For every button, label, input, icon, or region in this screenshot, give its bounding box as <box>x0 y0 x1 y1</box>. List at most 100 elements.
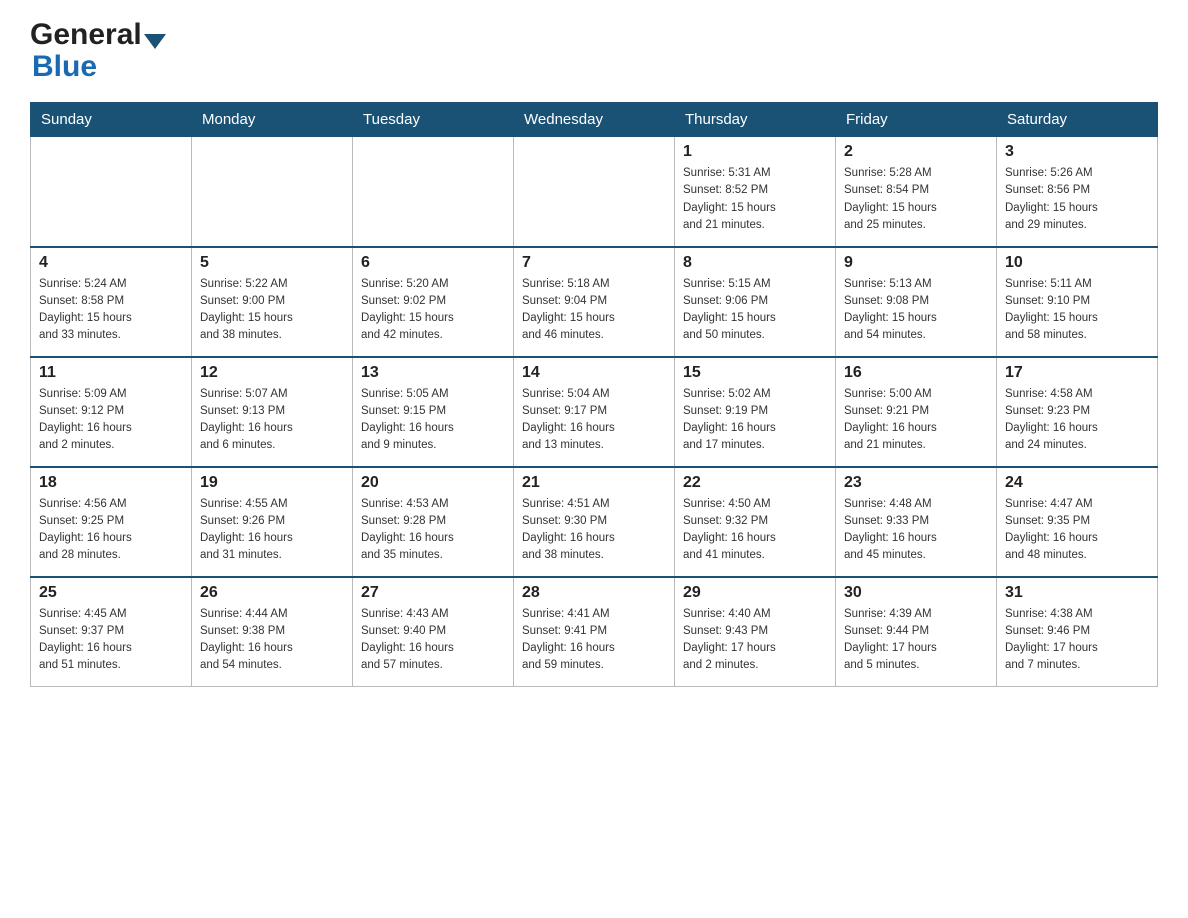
day-number: 3 <box>1005 143 1149 161</box>
calendar-cell: 25 Sunrise: 4:45 AM Sunset: 9:37 PM Dayli… <box>31 577 192 687</box>
calendar-cell: 4Sunrise: 5:24 AM Sunset: 8:58 PM Daylig… <box>31 247 192 357</box>
calendar-cell: 2 Sunrise: 5:28 AM Sunset: 8:54 PM Daylig… <box>836 137 997 247</box>
calendar-cell <box>192 137 353 247</box>
calendar-cell: 19 Sunrise: 4:55 AM Sunset: 9:26 PM Dayli… <box>192 467 353 577</box>
day-info: Sunrise: 4:58 AM Sunset: 9:23 PM Dayligh… <box>1005 386 1149 455</box>
day-number: 17 <box>1005 364 1149 382</box>
calendar-cell: 1Sunrise: 5:31 AM Sunset: 8:52 PM Daylig… <box>675 137 836 247</box>
calendar-week-row: 25 Sunrise: 4:45 AM Sunset: 9:37 PM Dayli… <box>31 577 1158 687</box>
calendar-cell: 27 Sunrise: 4:43 AM Sunset: 9:40 PM Dayli… <box>353 577 514 687</box>
calendar-cell: 18 Sunrise: 4:56 AM Sunset: 9:25 PM Dayli… <box>31 467 192 577</box>
column-header-tuesday: Tuesday <box>353 103 514 137</box>
day-info: Sunrise: 5:20 AM Sunset: 9:02 PM Dayligh… <box>361 276 505 345</box>
column-header-wednesday: Wednesday <box>514 103 675 137</box>
calendar-week-row: 1Sunrise: 5:31 AM Sunset: 8:52 PM Daylig… <box>31 137 1158 247</box>
day-info: Sunrise: 5:04 AM Sunset: 9:17 PM Dayligh… <box>522 386 666 455</box>
calendar-cell: 23 Sunrise: 4:48 AM Sunset: 9:33 PM Dayli… <box>836 467 997 577</box>
day-number: 26 <box>200 584 344 602</box>
calendar-cell: 5Sunrise: 5:22 AM Sunset: 9:00 PM Daylig… <box>192 247 353 357</box>
day-number: 19 <box>200 474 344 492</box>
logo: General Blue <box>30 20 168 84</box>
calendar-week-row: 18 Sunrise: 4:56 AM Sunset: 9:25 PM Dayli… <box>31 467 1158 577</box>
calendar-cell: 14Sunrise: 5:04 AM Sunset: 9:17 PM Dayli… <box>514 357 675 467</box>
calendar-cell: 30 Sunrise: 4:39 AM Sunset: 9:44 PM Dayli… <box>836 577 997 687</box>
day-number: 16 <box>844 364 988 382</box>
logo-blue: Blue <box>32 50 97 83</box>
day-number: 10 <box>1005 254 1149 272</box>
day-info: Sunrise: 4:51 AM Sunset: 9:30 PM Dayligh… <box>522 496 666 565</box>
calendar-cell: 15 Sunrise: 5:02 AM Sunset: 9:19 PM Dayli… <box>675 357 836 467</box>
day-info: Sunrise: 4:47 AM Sunset: 9:35 PM Dayligh… <box>1005 496 1149 565</box>
day-number: 2 <box>844 143 988 161</box>
day-number: 30 <box>844 584 988 602</box>
calendar-cell: 12Sunrise: 5:07 AM Sunset: 9:13 PM Dayli… <box>192 357 353 467</box>
day-info: Sunrise: 4:50 AM Sunset: 9:32 PM Dayligh… <box>683 496 827 565</box>
column-header-saturday: Saturday <box>997 103 1158 137</box>
calendar-cell <box>353 137 514 247</box>
day-info: Sunrise: 5:02 AM Sunset: 9:19 PM Dayligh… <box>683 386 827 455</box>
day-info: Sunrise: 5:18 AM Sunset: 9:04 PM Dayligh… <box>522 276 666 345</box>
day-number: 29 <box>683 584 827 602</box>
logo-triangle-icon <box>144 34 166 49</box>
day-info: Sunrise: 4:40 AM Sunset: 9:43 PM Dayligh… <box>683 606 827 675</box>
day-info: Sunrise: 4:41 AM Sunset: 9:41 PM Dayligh… <box>522 606 666 675</box>
day-info: Sunrise: 5:05 AM Sunset: 9:15 PM Dayligh… <box>361 386 505 455</box>
calendar-cell: 31Sunrise: 4:38 AM Sunset: 9:46 PM Dayli… <box>997 577 1158 687</box>
calendar-table: SundayMondayTuesdayWednesdayThursdayFrid… <box>30 102 1158 687</box>
calendar-week-row: 11 Sunrise: 5:09 AM Sunset: 9:12 PM Dayli… <box>31 357 1158 467</box>
day-number: 11 <box>39 364 183 382</box>
day-number: 8 <box>683 254 827 272</box>
day-number: 28 <box>522 584 666 602</box>
calendar-cell: 29 Sunrise: 4:40 AM Sunset: 9:43 PM Dayli… <box>675 577 836 687</box>
calendar-cell: 3Sunrise: 5:26 AM Sunset: 8:56 PM Daylig… <box>997 137 1158 247</box>
column-header-monday: Monday <box>192 103 353 137</box>
day-number: 18 <box>39 474 183 492</box>
calendar-cell: 24Sunrise: 4:47 AM Sunset: 9:35 PM Dayli… <box>997 467 1158 577</box>
column-header-sunday: Sunday <box>31 103 192 137</box>
day-number: 4 <box>39 254 183 272</box>
calendar-week-row: 4Sunrise: 5:24 AM Sunset: 8:58 PM Daylig… <box>31 247 1158 357</box>
day-info: Sunrise: 4:44 AM Sunset: 9:38 PM Dayligh… <box>200 606 344 675</box>
day-number: 23 <box>844 474 988 492</box>
day-info: Sunrise: 5:28 AM Sunset: 8:54 PM Dayligh… <box>844 165 988 234</box>
day-info: Sunrise: 4:56 AM Sunset: 9:25 PM Dayligh… <box>39 496 183 565</box>
day-info: Sunrise: 4:55 AM Sunset: 9:26 PM Dayligh… <box>200 496 344 565</box>
calendar-cell: 16 Sunrise: 5:00 AM Sunset: 9:21 PM Dayli… <box>836 357 997 467</box>
day-info: Sunrise: 4:48 AM Sunset: 9:33 PM Dayligh… <box>844 496 988 565</box>
calendar-cell: 21 Sunrise: 4:51 AM Sunset: 9:30 PM Dayli… <box>514 467 675 577</box>
calendar-cell: 20 Sunrise: 4:53 AM Sunset: 9:28 PM Dayli… <box>353 467 514 577</box>
day-info: Sunrise: 4:43 AM Sunset: 9:40 PM Dayligh… <box>361 606 505 675</box>
calendar-cell: 28 Sunrise: 4:41 AM Sunset: 9:41 PM Dayli… <box>514 577 675 687</box>
calendar-header-row: SundayMondayTuesdayWednesdayThursdayFrid… <box>31 103 1158 137</box>
day-info: Sunrise: 4:53 AM Sunset: 9:28 PM Dayligh… <box>361 496 505 565</box>
calendar-cell: 26 Sunrise: 4:44 AM Sunset: 9:38 PM Dayli… <box>192 577 353 687</box>
calendar-cell: 6Sunrise: 5:20 AM Sunset: 9:02 PM Daylig… <box>353 247 514 357</box>
column-header-friday: Friday <box>836 103 997 137</box>
logo-general: General <box>30 20 142 50</box>
day-info: Sunrise: 4:39 AM Sunset: 9:44 PM Dayligh… <box>844 606 988 675</box>
calendar-cell <box>31 137 192 247</box>
day-info: Sunrise: 5:00 AM Sunset: 9:21 PM Dayligh… <box>844 386 988 455</box>
day-number: 13 <box>361 364 505 382</box>
calendar-cell: 10 Sunrise: 5:11 AM Sunset: 9:10 PM Dayli… <box>997 247 1158 357</box>
day-info: Sunrise: 5:13 AM Sunset: 9:08 PM Dayligh… <box>844 276 988 345</box>
day-info: Sunrise: 5:09 AM Sunset: 9:12 PM Dayligh… <box>39 386 183 455</box>
page-header: General Blue <box>30 20 1158 84</box>
calendar-cell: 11 Sunrise: 5:09 AM Sunset: 9:12 PM Dayli… <box>31 357 192 467</box>
day-number: 9 <box>844 254 988 272</box>
day-number: 27 <box>361 584 505 602</box>
day-number: 7 <box>522 254 666 272</box>
calendar-cell: 22Sunrise: 4:50 AM Sunset: 9:32 PM Dayli… <box>675 467 836 577</box>
column-header-thursday: Thursday <box>675 103 836 137</box>
day-number: 15 <box>683 364 827 382</box>
calendar-cell: 8Sunrise: 5:15 AM Sunset: 9:06 PM Daylig… <box>675 247 836 357</box>
day-info: Sunrise: 4:38 AM Sunset: 9:46 PM Dayligh… <box>1005 606 1149 675</box>
day-number: 25 <box>39 584 183 602</box>
day-info: Sunrise: 5:11 AM Sunset: 9:10 PM Dayligh… <box>1005 276 1149 345</box>
calendar-cell: 9 Sunrise: 5:13 AM Sunset: 9:08 PM Daylig… <box>836 247 997 357</box>
day-number: 12 <box>200 364 344 382</box>
day-info: Sunrise: 4:45 AM Sunset: 9:37 PM Dayligh… <box>39 606 183 675</box>
day-number: 20 <box>361 474 505 492</box>
day-number: 21 <box>522 474 666 492</box>
calendar-cell: 13 Sunrise: 5:05 AM Sunset: 9:15 PM Dayli… <box>353 357 514 467</box>
